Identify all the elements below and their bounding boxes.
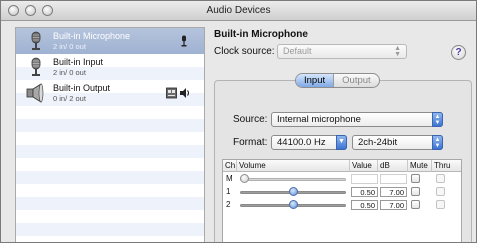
popup-arrows-icon: ▲ ▼ xyxy=(432,112,443,127)
channel-format-select[interactable]: 2ch-24bit ▲ ▼ xyxy=(352,135,443,150)
chevron-down-icon: ▼ xyxy=(336,135,347,150)
input-device-icon xyxy=(181,35,187,47)
thru-checkbox xyxy=(436,187,445,196)
channel-label: 1 xyxy=(226,187,231,196)
column-header-volume: Volume xyxy=(237,160,350,172)
column-header-value: Value xyxy=(350,160,378,172)
title-bar: Audio Devices xyxy=(1,1,476,21)
thru-checkbox xyxy=(436,200,445,209)
device-item-built-in-input[interactable]: Built-in Input 2 in/ 0 out xyxy=(16,54,204,80)
clock-source-select[interactable]: Default ▲ ▼ xyxy=(277,44,407,59)
device-item-built-in-output[interactable]: Built-in Output 0 in/ 2 out xyxy=(16,80,204,106)
volume-value-field[interactable]: 0.50 xyxy=(351,200,378,210)
volume-slider-knob[interactable] xyxy=(288,200,298,209)
clock-source-label: Clock source: xyxy=(214,46,275,57)
source-value: Internal microphone xyxy=(277,114,361,125)
audio-devices-window: Audio Devices Built-in Microphone 2 in/ … xyxy=(0,0,477,243)
help-button[interactable]: ? xyxy=(451,45,466,60)
channel-table: Ch Volume Value dB Mute Thru M 1 0.50 7.… xyxy=(222,159,462,242)
device-name: Built-in Input xyxy=(53,57,104,67)
db-value-field xyxy=(380,174,407,184)
device-channels: 2 in/ 0 out xyxy=(53,42,86,51)
column-header-ch: Ch xyxy=(223,160,237,172)
tab-output[interactable]: Output xyxy=(333,74,379,87)
sample-rate-value: 44100.0 Hz xyxy=(277,137,326,148)
sample-rate-select[interactable]: 44100.0 Hz ▼ xyxy=(271,135,347,150)
device-channels: 0 in/ 2 out xyxy=(53,94,86,103)
db-value-field[interactable]: 7.00 xyxy=(380,200,407,210)
device-item-built-in-microphone[interactable]: Built-in Microphone 2 in/ 0 out xyxy=(16,28,204,54)
mute-checkbox[interactable] xyxy=(411,200,420,209)
device-name: Built-in Microphone xyxy=(53,31,131,41)
db-value-field[interactable]: 7.00 xyxy=(380,187,407,197)
column-header-db: dB xyxy=(378,160,408,172)
device-title: Built-in Microphone xyxy=(214,29,308,40)
volume-value-field[interactable]: 0.50 xyxy=(351,187,378,197)
thru-checkbox xyxy=(436,174,445,183)
clock-source-value: Default xyxy=(283,46,312,56)
column-header-mute: Mute xyxy=(408,160,432,172)
volume-slider-knob[interactable] xyxy=(240,174,249,183)
input-output-tabs: Input Output xyxy=(295,73,380,88)
finder-icon xyxy=(166,87,177,99)
channel-format-value: 2ch-24bit xyxy=(358,137,398,148)
volume-slider-track xyxy=(240,178,346,181)
microphone-icon xyxy=(31,57,41,76)
source-label: Source: xyxy=(233,114,268,125)
channel-label: M xyxy=(226,174,233,183)
mute-checkbox[interactable] xyxy=(411,174,420,183)
output-device-icon xyxy=(180,88,190,98)
column-header-thru: Thru xyxy=(432,160,461,172)
popup-arrows-icon: ▲ ▼ xyxy=(432,135,443,150)
device-channels: 2 in/ 0 out xyxy=(53,68,86,77)
device-list: Built-in Microphone 2 in/ 0 out Built-in… xyxy=(15,27,205,242)
volume-value-field xyxy=(351,174,378,184)
channel-label: 2 xyxy=(226,200,231,209)
tab-input[interactable]: Input xyxy=(296,74,334,87)
volume-slider-knob[interactable] xyxy=(288,187,298,196)
mute-checkbox[interactable] xyxy=(411,187,420,196)
microphone-icon xyxy=(31,31,41,50)
speaker-icon xyxy=(26,83,44,103)
popup-arrows-icon: ▲ ▼ xyxy=(394,45,401,58)
window-title: Audio Devices xyxy=(206,5,271,16)
format-label: Format: xyxy=(233,137,268,148)
device-name: Built-in Output xyxy=(53,83,111,93)
source-select[interactable]: Internal microphone ▲ ▼ xyxy=(271,112,443,127)
